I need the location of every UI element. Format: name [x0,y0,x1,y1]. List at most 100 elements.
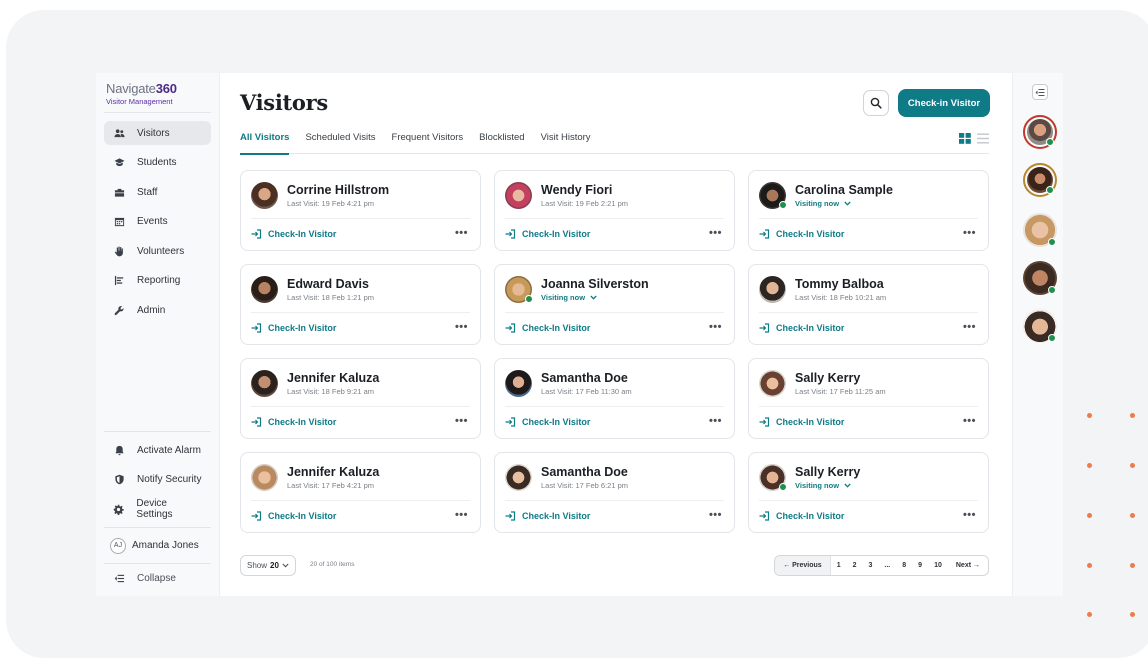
sign-in-icon [251,229,262,239]
chevron-down-icon [282,563,289,568]
visitor-card[interactable]: Corrine Hillstrom Last Visit: 19 Feb 4:21… [240,170,481,251]
search-button[interactable] [863,90,889,116]
visitor-status[interactable]: Visiting now [795,481,860,490]
activate-alarm-button[interactable]: Activate Alarm [104,438,211,462]
visitor-card[interactable]: Samantha Doe Last Visit: 17 Feb 11:30 am C… [494,358,735,439]
wrench-icon [112,304,126,318]
previous-page-button[interactable]: ← Previous [775,556,831,575]
page-8-button[interactable]: 8 [896,556,912,575]
check-in-visitor-link[interactable]: Check-In Visitor [505,229,590,239]
check-in-visitor-link[interactable]: Check-In Visitor [505,417,590,427]
check-in-visitor-link[interactable]: Check-In Visitor [251,229,336,239]
visitor-card[interactable]: Sally Kerry Last Visit: 17 Feb 11:25 am Ch… [748,358,989,439]
more-options-icon[interactable]: ••• [455,415,468,427]
more-options-icon[interactable]: ••• [709,227,722,239]
page-1-button[interactable]: 1 [831,556,847,575]
sidebar-item-reporting[interactable]: Reporting [104,269,211,293]
visitor-card[interactable]: Wendy Fiori Last Visit: 19 Feb 2:21 pm Che… [494,170,735,251]
tab-blocklisted[interactable]: Blocklisted [479,131,524,154]
notify-security-button[interactable]: Notify Security [104,468,211,492]
tab-scheduled-visits[interactable]: Scheduled Visits [305,131,375,154]
visitor-avatar[interactable] [1023,309,1057,343]
more-options-icon[interactable]: ••• [455,321,468,333]
check-in-visitor-link[interactable]: Check-In Visitor [759,511,844,521]
sidebar-item-staff[interactable]: Staff [104,180,211,204]
divider [104,563,211,565]
visitor-status: Last Visit: 18 Feb 10:21 am [795,293,886,302]
page-size-select[interactable]: Show 20 [240,555,296,576]
divider [759,218,978,219]
visitor-avatar [505,182,532,209]
sidebar: Navigate360 Visitor Management Visitors … [96,73,220,596]
visitor-card[interactable]: Jennifer Kaluza Last Visit: 17 Feb 4:21 p… [240,452,481,533]
sidebar-item-label: Staff [137,186,158,198]
visitor-name: Tommy Balboa [795,277,884,291]
visitor-status[interactable]: Visiting now [541,293,649,302]
more-options-icon[interactable]: ••• [963,415,976,427]
visitor-card[interactable]: Carolina Sample Visiting now Check-In Vis… [748,170,989,251]
check-in-visitor-link[interactable]: Check-In Visitor [505,323,590,333]
visitor-card[interactable]: Tommy Balboa Last Visit: 18 Feb 10:21 am C… [748,264,989,345]
brand-logo: Navigate360 Visitor Management [104,81,211,113]
visitor-status[interactable]: Visiting now [795,199,893,208]
visitor-card[interactable]: Jennifer Kaluza Last Visit: 18 Feb 9:21 a… [240,358,481,439]
sign-in-icon [251,417,262,427]
next-page-button[interactable]: Next → [948,556,988,575]
device-settings-button[interactable]: Device Settings [104,497,211,521]
check-in-visitor-link[interactable]: Check-In Visitor [251,511,336,521]
tab-visit-history[interactable]: Visit History [541,131,591,154]
page-3-button[interactable]: 3 [863,556,879,575]
more-options-icon[interactable]: ••• [455,227,468,239]
divider [505,406,724,407]
check-in-visitor-link[interactable]: Check-In Visitor [505,511,590,521]
visitor-avatar[interactable] [1023,163,1057,197]
collapse-icon [1035,88,1045,96]
more-options-icon[interactable]: ••• [963,321,976,333]
tab-all-visitors[interactable]: All Visitors [240,131,290,155]
brand-subtitle: Visitor Management [106,97,173,106]
show-label: Show [247,561,268,570]
brand-name-light: Navigate [106,81,156,96]
more-options-icon[interactable]: ••• [709,321,722,333]
visitor-status-text: Last Visit: 18 Feb 1:21 pm [287,293,374,302]
sidebar-item-volunteers[interactable]: Volunteers [104,239,211,263]
check-in-visitor-button[interactable]: Check-in Visitor [898,89,990,117]
check-in-visitor-link[interactable]: Check-In Visitor [251,417,336,427]
grid-view-icon[interactable] [959,133,971,144]
visitor-card[interactable]: Samantha Doe Last Visit: 17 Feb 6:21 pm Ch… [494,452,735,533]
tab-frequent-visitors[interactable]: Frequent Visitors [392,131,464,154]
visitor-avatar[interactable] [1023,261,1057,295]
check-in-visitor-link[interactable]: Check-In Visitor [759,323,844,333]
visitor-card[interactable]: Joanna Silverston Visiting now Check-In V… [494,264,735,345]
more-options-icon[interactable]: ••• [963,227,976,239]
bell-icon [112,443,126,457]
online-indicator [1048,286,1056,294]
online-indicator [525,295,533,303]
more-options-icon[interactable]: ••• [709,509,722,521]
rail-toggle-button[interactable] [1032,84,1048,100]
more-options-icon[interactable]: ••• [455,509,468,521]
visitor-status-text: Last Visit: 17 Feb 11:30 am [541,387,632,396]
user-profile[interactable]: AJ Amanda Jones [104,534,211,558]
page-9-button[interactable]: 9 [912,556,928,575]
sidebar-item-label: Reporting [137,275,181,287]
collapse-button[interactable]: Collapse [104,566,211,590]
sidebar-item-admin[interactable]: Admin [104,299,211,323]
sign-in-icon [759,417,770,427]
collapse-icon [112,571,126,585]
check-in-visitor-link[interactable]: Check-In Visitor [759,229,844,239]
more-options-icon[interactable]: ••• [963,509,976,521]
visitor-avatar[interactable] [1023,115,1057,149]
visitor-avatar[interactable] [1023,213,1057,247]
page-10-button[interactable]: 10 [928,556,948,575]
page-2-button[interactable]: 2 [847,556,863,575]
check-in-visitor-link[interactable]: Check-In Visitor [251,323,336,333]
sidebar-item-students[interactable]: Students [104,151,211,175]
visitor-card[interactable]: Edward Davis Last Visit: 18 Feb 1:21 pm Ch… [240,264,481,345]
visitor-card[interactable]: Sally Kerry Visiting now Check-In Visitor… [748,452,989,533]
more-options-icon[interactable]: ••• [709,415,722,427]
list-view-icon[interactable] [977,133,989,144]
check-in-visitor-link[interactable]: Check-In Visitor [759,417,844,427]
sidebar-item-events[interactable]: Events [104,210,211,234]
sidebar-item-visitors[interactable]: Visitors [104,121,211,145]
